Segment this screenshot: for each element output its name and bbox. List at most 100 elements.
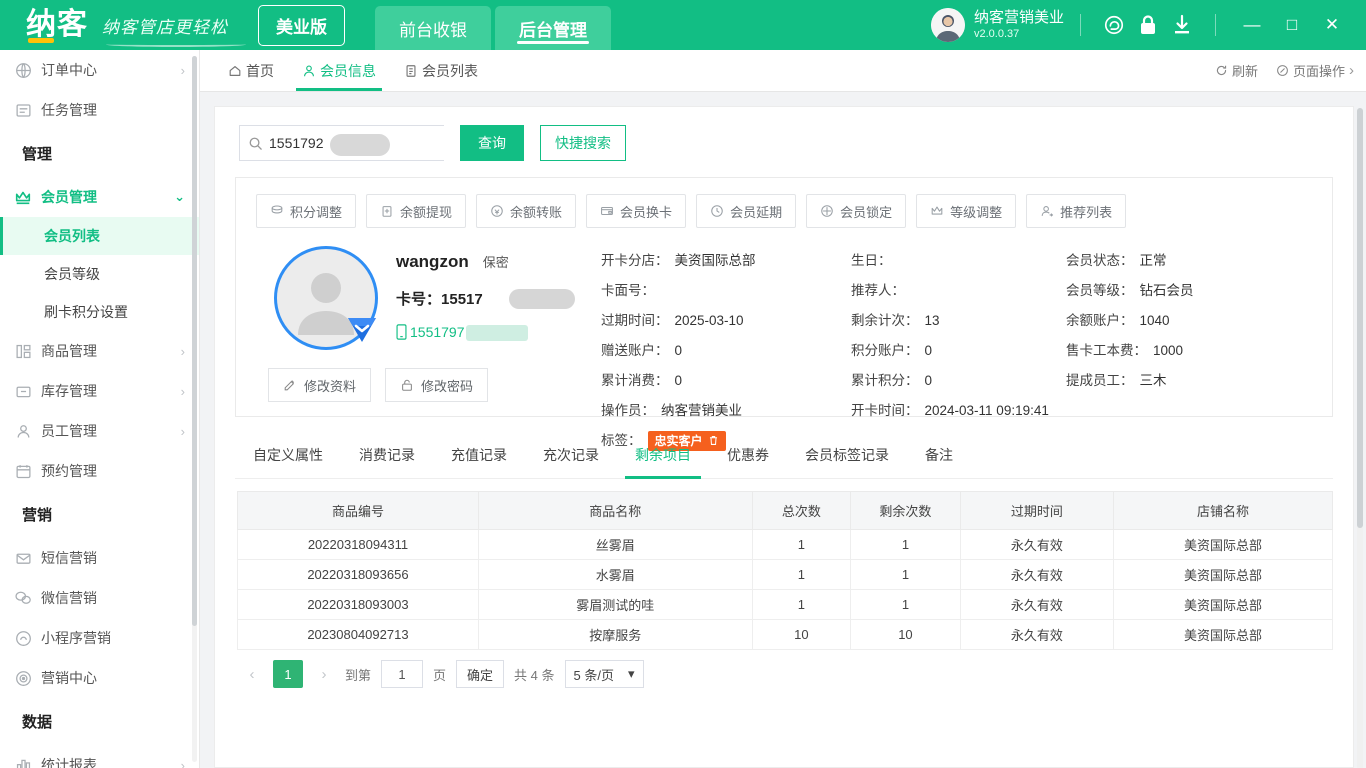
- field-label: 积分账户：: [851, 343, 919, 358]
- content-scrollbar-thumb[interactable]: [1357, 108, 1363, 528]
- sidebar-item-inventory[interactable]: 库存管理 ›: [0, 371, 199, 411]
- tab-member-info[interactable]: 会员信息: [288, 50, 390, 91]
- top-tab-admin[interactable]: 后台管理: [495, 6, 611, 50]
- subtab-remaining-items[interactable]: 剩余项目: [617, 431, 709, 479]
- member-panel: 查询 快捷搜索 积分调整: [214, 106, 1354, 768]
- subtab-consumption-records[interactable]: 消费记录: [341, 431, 433, 478]
- minimize-button[interactable]: —: [1232, 0, 1272, 50]
- edition-button[interactable]: 美业版: [258, 4, 345, 46]
- subtab-recharge-records[interactable]: 充值记录: [433, 431, 525, 478]
- member-lock-button[interactable]: 会员锁定: [806, 194, 907, 228]
- field-row: 积分账户： 0: [851, 336, 1056, 366]
- support-icon[interactable]: [1097, 8, 1131, 42]
- confirm-page-button[interactable]: 确定: [456, 660, 505, 688]
- field-row: 过期时间： 2025-03-10: [601, 306, 841, 336]
- task-icon: [14, 101, 32, 119]
- sidebar-item-goods-management[interactable]: 商品管理 ›: [0, 331, 199, 371]
- sidebar-item-staff[interactable]: 员工管理 ›: [0, 411, 199, 451]
- points-adjust-button[interactable]: 积分调整: [256, 194, 357, 228]
- lock-icon[interactable]: [1131, 8, 1165, 42]
- field-row: 累计消费： 0: [601, 366, 841, 396]
- sidebar-item-member-level[interactable]: 会员等级: [0, 255, 199, 293]
- user-icon: [14, 422, 32, 440]
- table-row[interactable]: 20220318094311 丝雾眉 1 1 永久有效 美资国际总部: [237, 529, 1334, 560]
- sidebar-scroll: 订单中心 › 任务管理 管理 会员管理 ⌄ 会员列表 会员等级 刷卡积分设置 商…: [0, 50, 199, 768]
- query-button[interactable]: 查询: [460, 125, 524, 161]
- mail-icon: [14, 549, 32, 567]
- page-operations-button[interactable]: 页面操作 ›: [1276, 61, 1354, 80]
- cell-total-times: 10: [751, 619, 852, 650]
- sidebar-item-label: 库存管理: [41, 383, 97, 399]
- sidebar-item-task[interactable]: 任务管理: [0, 90, 199, 130]
- sidebar-item-marketing-center[interactable]: 营销中心: [0, 658, 199, 698]
- chevron-right-icon: ›: [180, 383, 185, 399]
- clock-icon: [710, 204, 724, 218]
- subtab-member-tag-records[interactable]: 会员标签记录: [787, 431, 907, 478]
- field-column-2: 生日： 推荐人： 剩余计次： 13 积分账户： 0 累计积分： 0 开卡时间： 2024…: [851, 246, 1066, 456]
- password-label: 修改密码: [421, 378, 474, 394]
- table-row[interactable]: 20220318093003 雾眉测试的哇 1 1 永久有效 美资国际总部: [237, 589, 1334, 620]
- refresh-button[interactable]: 刷新: [1215, 61, 1258, 80]
- page-ops-label: 页面操作: [1292, 64, 1345, 79]
- goto-page-input[interactable]: [381, 660, 424, 688]
- field-label: 生日：: [851, 253, 892, 268]
- subtab-custom-attributes[interactable]: 自定义属性: [235, 431, 341, 478]
- page-size-select[interactable]: 5 条/页 ▾: [564, 660, 644, 688]
- field-value: 0: [674, 343, 683, 358]
- tab-member-list[interactable]: 会员列表: [390, 50, 492, 91]
- field-value: [905, 276, 911, 306]
- cell-product-name: 按摩服务: [477, 619, 753, 650]
- tab-home[interactable]: 首页: [214, 50, 288, 91]
- sidebar-item-miniprogram-marketing[interactable]: 小程序营销: [0, 618, 199, 658]
- cell-shop-name: 美资国际总部: [1112, 529, 1334, 560]
- field-row: 余额账户： 1040: [1066, 306, 1310, 336]
- next-page-button[interactable]: ›: [313, 660, 335, 688]
- sidebar-item-order-center[interactable]: 订单中心 ›: [0, 50, 199, 90]
- sidebar-item-sms-marketing[interactable]: 短信营销: [0, 538, 199, 578]
- field-row: 开卡时间： 2024-03-11 09:19:41: [851, 396, 1056, 426]
- field-label: 提成员工：: [1066, 373, 1134, 388]
- card-swap-button[interactable]: 会员换卡: [586, 194, 687, 228]
- sidebar-item-label: 短信营销: [41, 550, 97, 566]
- subtab-times-recharge-records[interactable]: 充次记录: [525, 431, 617, 478]
- referral-list-button[interactable]: 推荐列表: [1026, 194, 1127, 228]
- field-label: 过期时间：: [601, 313, 669, 328]
- download-icon[interactable]: [1165, 8, 1199, 42]
- table-row[interactable]: 20220318093656 水雾眉 1 1 永久有效 美资国际总部: [237, 559, 1334, 590]
- sidebar-item-label: 商品管理: [41, 343, 97, 359]
- balance-withdraw-button[interactable]: 余额提现: [366, 194, 467, 228]
- maximize-button[interactable]: □: [1272, 0, 1312, 50]
- balance-transfer-button[interactable]: 余额转账: [476, 194, 577, 228]
- subtab-coupons[interactable]: 优惠券: [709, 431, 787, 478]
- member-avatar-column: [256, 246, 396, 456]
- close-button[interactable]: ✕: [1312, 0, 1352, 50]
- quick-search-button[interactable]: 快捷搜索: [540, 125, 626, 161]
- sidebar-item-statistics[interactable]: 统计报表 ›: [0, 745, 199, 768]
- page-number-1[interactable]: 1: [273, 660, 303, 688]
- sidebar-item-appointment[interactable]: 预约管理: [0, 451, 199, 491]
- member-extend-button[interactable]: 会员延期: [696, 194, 797, 228]
- user-account[interactable]: 纳客营销美业 v2.0.0.37: [930, 8, 1064, 42]
- search-input-wrap[interactable]: [239, 125, 444, 161]
- page-unit-label: 页: [433, 667, 447, 683]
- table-row[interactable]: 20230804092713 按摩服务 10 10 永久有效 美资国际总部: [237, 619, 1334, 650]
- sidebar-item-label: 微信营销: [41, 590, 97, 606]
- sidebar-item-member-management[interactable]: 会员管理 ⌄: [0, 177, 199, 217]
- sidebar-item-card-points-setting[interactable]: 刷卡积分设置: [0, 293, 199, 331]
- top-tab-cashier[interactable]: 前台收银: [375, 6, 491, 50]
- operation-button-row: 积分调整 余额提现 余额转账 会员换卡 会员延期 会员锁定 等级调整 推荐列表: [248, 194, 1320, 228]
- op-label: 会员换卡: [620, 204, 673, 220]
- prev-page-button[interactable]: ‹: [241, 660, 263, 688]
- level-adjust-button[interactable]: 等级调整: [916, 194, 1017, 228]
- field-row: 会员状态： 正常: [1066, 246, 1310, 276]
- edit-profile-button[interactable]: 修改资料: [268, 368, 372, 402]
- subtab-remarks[interactable]: 备注: [907, 431, 971, 478]
- sidebar-scrollbar-thumb[interactable]: [192, 56, 197, 626]
- sidebar-item-member-list[interactable]: 会员列表: [0, 217, 199, 255]
- change-password-button[interactable]: 修改密码: [385, 368, 489, 402]
- column-header-remaining-times: 剩余次数: [850, 491, 961, 530]
- main-area: 首页 会员信息 会员列表 刷新 页面操作 › 1551792 查询 快捷搜索 积…: [200, 50, 1366, 768]
- field-label: 开卡分店：: [601, 253, 669, 268]
- sidebar-item-wechat-marketing[interactable]: 微信营销: [0, 578, 199, 618]
- top-tab-bar: 前台收银 后台管理: [375, 0, 615, 50]
